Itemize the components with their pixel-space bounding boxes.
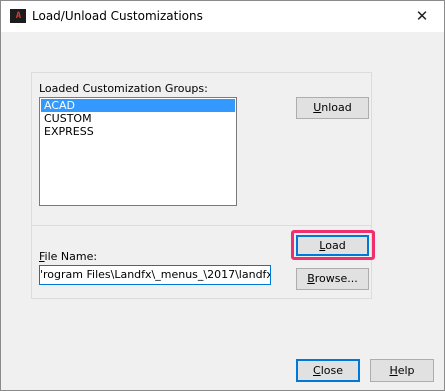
browse-label: rowse... xyxy=(314,272,358,285)
close-label: lose xyxy=(320,364,343,377)
close-button[interactable]: Close xyxy=(296,359,360,382)
close-mnemonic: C xyxy=(313,364,321,377)
help-mnemonic: H xyxy=(389,364,398,377)
browse-button[interactable]: Browse... xyxy=(296,268,369,290)
customization-groups-list[interactable]: ACAD CUSTOM EXPRESS xyxy=(39,97,237,206)
close-icon[interactable]: ✕ xyxy=(410,5,434,27)
help-button[interactable]: Help xyxy=(370,359,434,382)
dialog-window: A Load/Unload Customizations ✕ Loaded Cu… xyxy=(0,0,445,391)
browse-mnemonic: B xyxy=(307,272,315,285)
window-title: Load/Unload Customizations xyxy=(32,9,203,23)
file-name-label: File Name: xyxy=(39,250,97,263)
load-button-highlight xyxy=(291,230,375,260)
autocad-icon: A xyxy=(10,9,26,23)
list-item-custom[interactable]: CUSTOM xyxy=(41,112,235,125)
groups-label: Loaded Customization Groups: xyxy=(39,82,208,95)
list-item-acad[interactable]: ACAD xyxy=(41,99,235,112)
title-bar: A Load/Unload Customizations ✕ xyxy=(1,1,444,32)
file-name-input[interactable]: 'rogram Files\Landfx\_menus_\2017\landfx… xyxy=(39,265,271,285)
file-name-value: 'rogram Files\Landfx\_menus_\2017\landfx… xyxy=(40,268,271,281)
unload-label: nload xyxy=(321,101,352,114)
list-item-express[interactable]: EXPRESS xyxy=(41,125,235,138)
unload-button[interactable]: Unload xyxy=(296,97,369,119)
file-name-label-text: ile Name: xyxy=(44,250,98,263)
help-label: elp xyxy=(397,364,415,377)
